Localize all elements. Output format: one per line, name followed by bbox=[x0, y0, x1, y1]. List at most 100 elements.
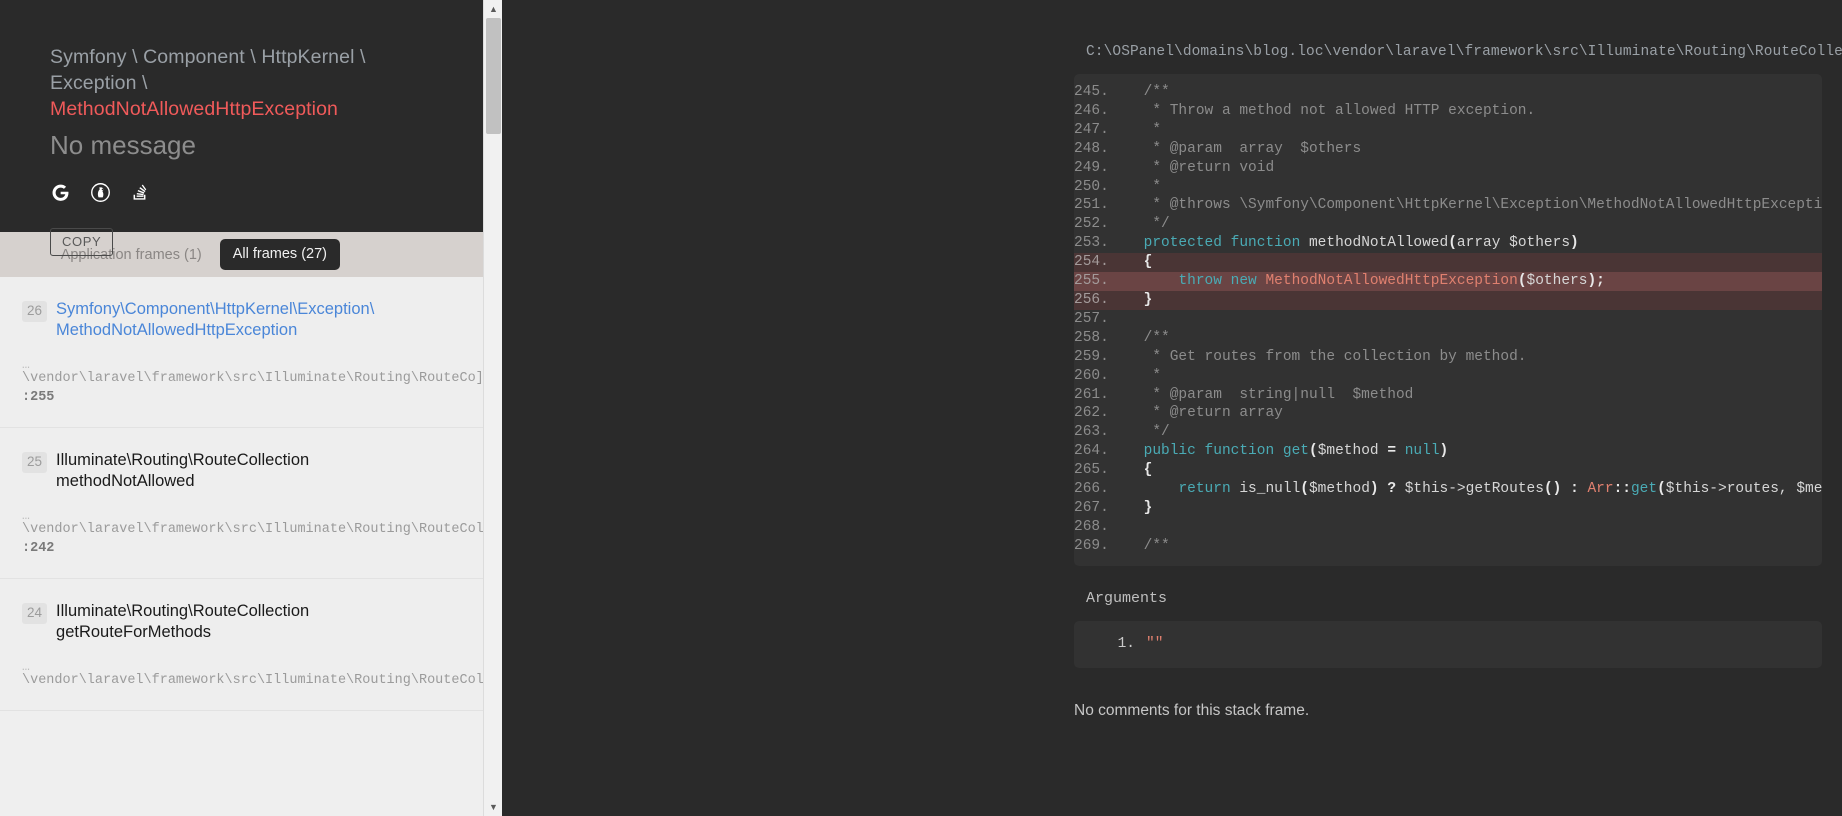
frame-title: Illuminate\Routing\RouteCollection metho… bbox=[56, 450, 309, 492]
code-line: 260. * bbox=[1074, 367, 1822, 386]
code-token: ( bbox=[1657, 481, 1666, 498]
frame-method: MethodNotAllowedHttpException bbox=[56, 321, 298, 339]
code-token: :: bbox=[1613, 481, 1631, 498]
frame-path-ellipsis: … bbox=[22, 662, 30, 674]
frame-number: 24 bbox=[22, 603, 48, 624]
argument-row: 1. "" bbox=[1074, 636, 1822, 652]
code-token: * bbox=[1152, 367, 1162, 384]
code-line-number: 252. bbox=[1074, 216, 1109, 233]
code-token: new bbox=[1230, 273, 1257, 290]
code-line-number: 265. bbox=[1074, 462, 1109, 479]
frame-class: Illuminate\Routing\RouteCollection bbox=[56, 451, 310, 469]
exception-class: Symfony \ Component \ HttpKernel \ Excep… bbox=[50, 44, 456, 122]
frame-path-ellipsis: … bbox=[22, 360, 30, 372]
code-line-content: * bbox=[1109, 178, 1822, 197]
code-token: ; bbox=[1596, 273, 1605, 290]
code-token: * @param array $others bbox=[1152, 140, 1362, 157]
frame-item-25[interactable]: 25 Illuminate\Routing\RouteCollection me… bbox=[0, 428, 502, 579]
code-line-number: 263. bbox=[1074, 424, 1109, 441]
code-line-content: throw new MethodNotAllowedHttpException(… bbox=[1108, 272, 1822, 291]
scrollbar-thumb[interactable] bbox=[486, 18, 501, 134]
code-token: { bbox=[1143, 462, 1153, 479]
code-token: * @return void bbox=[1152, 159, 1275, 176]
code-line-content bbox=[1109, 518, 1822, 537]
code-line: 256. } bbox=[1074, 290, 1822, 310]
code-line-content: */ bbox=[1109, 423, 1822, 442]
code-token: get bbox=[1630, 481, 1658, 498]
code-line: 268. bbox=[1074, 518, 1822, 537]
code-line-content: * bbox=[1109, 121, 1822, 140]
argument-value: "" bbox=[1146, 635, 1164, 652]
code-token: * @param string|null $method bbox=[1152, 386, 1414, 403]
scroll-down-arrow-icon[interactable]: ▼ bbox=[484, 798, 502, 816]
code-line-number: 258. bbox=[1074, 329, 1109, 346]
frames-list: 26 Symfony\Component\HttpKernel\Exceptio… bbox=[0, 277, 502, 816]
frame-path-text: \vendor\laravel\framework\src\Illuminate… bbox=[22, 673, 484, 688]
code-line: 253. protected function methodNotAllowed… bbox=[1074, 234, 1822, 253]
code-line-content: { bbox=[1108, 253, 1822, 273]
code-line-number: 253. bbox=[1074, 235, 1109, 252]
code-line: 263. */ bbox=[1074, 423, 1822, 442]
code-line: 269. /** bbox=[1074, 537, 1822, 556]
code-line-content: protected function methodNotAllowed(arra… bbox=[1109, 234, 1822, 253]
frame-header: 26 Symfony\Component\HttpKernel\Exceptio… bbox=[22, 299, 484, 341]
code-table: 245. /** 246. * Throw a method not allowe… bbox=[1074, 83, 1822, 556]
code-line-content: public function get($method = null) bbox=[1109, 442, 1822, 461]
frame-method: getRouteForMethods bbox=[56, 623, 212, 641]
code-token: $others bbox=[1526, 273, 1588, 290]
frame-item-24[interactable]: 24 Illuminate\Routing\RouteCollection ge… bbox=[0, 579, 502, 711]
stackoverflow-search-icon[interactable] bbox=[130, 182, 149, 203]
code-token: ? bbox=[1387, 481, 1397, 498]
code-token: ) bbox=[1439, 443, 1449, 460]
code-line-content: } bbox=[1108, 290, 1822, 310]
code-line-number: 261. bbox=[1074, 386, 1109, 403]
frame-path: … \vendor\laravel\framework\src\Illumina… bbox=[22, 360, 484, 407]
code-line: 266. return is_null($method) ? $this->ge… bbox=[1074, 480, 1822, 499]
code-line-number: 246. bbox=[1074, 102, 1109, 119]
code-token: { bbox=[1143, 254, 1153, 271]
frame-item-26[interactable]: 26 Symfony\Component\HttpKernel\Exceptio… bbox=[0, 277, 502, 428]
scroll-up-arrow-icon[interactable]: ▲ bbox=[484, 0, 502, 18]
editor-file-path: C:\OSPanel\domains\blog.loc\vendor\larav… bbox=[1086, 44, 1842, 60]
frame-path-text: \vendor\laravel\framework\src\Illuminate… bbox=[22, 522, 484, 537]
code-token: * bbox=[1152, 178, 1162, 195]
frame-line-number: :255 bbox=[22, 390, 55, 405]
code-token: return bbox=[1178, 481, 1231, 498]
code-line-number: 255. bbox=[1074, 272, 1109, 291]
code-token: $method bbox=[1317, 443, 1388, 460]
frame-line-number: :242 bbox=[22, 541, 55, 556]
code-line-number: 248. bbox=[1074, 140, 1109, 157]
code-line-number: 256. bbox=[1074, 290, 1109, 310]
left-panel: Symfony \ Component \ HttpKernel \ Excep… bbox=[0, 0, 502, 816]
code-token: is_null bbox=[1230, 481, 1301, 498]
page-scrollbar[interactable]: ▲ ▼ bbox=[483, 0, 502, 816]
code-line-number: 268. bbox=[1074, 518, 1109, 535]
code-line-content: * @throws \Symfony\Component\HttpKernel\… bbox=[1109, 196, 1822, 215]
code-token: * bbox=[1152, 121, 1162, 138]
code-token: methodNotAllowed bbox=[1300, 235, 1449, 252]
code-line: 259. * Get routes from the collection by… bbox=[1074, 348, 1822, 367]
code-token: array $others bbox=[1456, 235, 1571, 252]
code-line-number: 262. bbox=[1074, 405, 1109, 422]
duckduckgo-search-icon[interactable] bbox=[90, 182, 111, 203]
copy-button[interactable]: COPY bbox=[50, 228, 114, 256]
code-token: ) bbox=[1587, 273, 1597, 290]
code-line-content: /** bbox=[1109, 83, 1822, 102]
code-line-number: 264. bbox=[1074, 443, 1109, 460]
code-line: 252. */ bbox=[1074, 215, 1822, 234]
frame-path: … \vendor\laravel\framework\src\Illumina… bbox=[22, 662, 484, 690]
google-search-icon[interactable] bbox=[50, 182, 71, 203]
